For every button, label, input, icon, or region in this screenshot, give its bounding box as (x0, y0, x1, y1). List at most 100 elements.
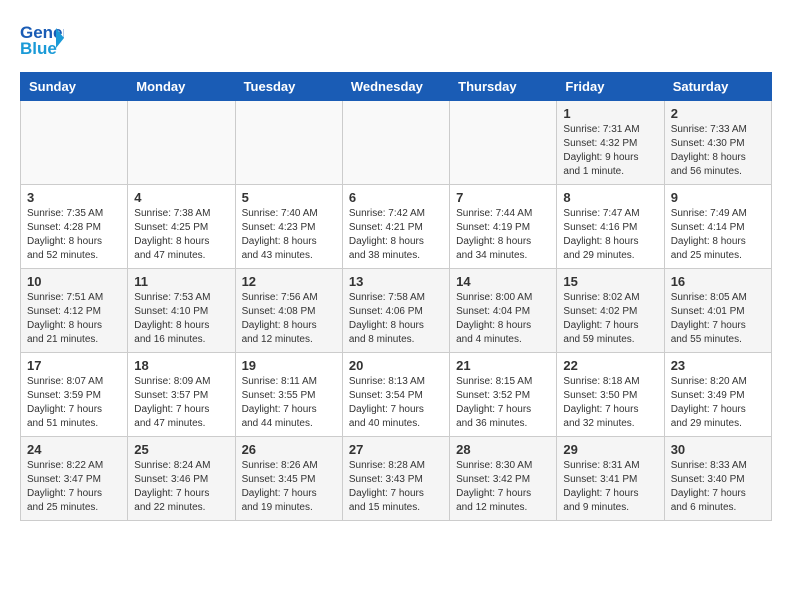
calendar-day: 21 Sunrise: 8:15 AM Sunset: 3:52 PM Dayli… (450, 353, 557, 437)
svg-text:Blue: Blue (20, 39, 57, 56)
day-info: Sunrise: 7:31 AM Sunset: 4:32 PM Dayligh… (563, 123, 657, 179)
day-number: 27 (349, 442, 443, 457)
day-info: Sunrise: 7:33 AM Sunset: 4:30 PM Dayligh… (671, 123, 765, 179)
calendar-day: 20 Sunrise: 8:13 AM Sunset: 3:54 PM Dayli… (342, 353, 449, 437)
day-number: 29 (563, 442, 657, 457)
calendar-day: 23 Sunrise: 8:20 AM Sunset: 3:49 PM Dayli… (664, 353, 771, 437)
calendar-week: 24 Sunrise: 8:22 AM Sunset: 3:47 PM Dayli… (21, 437, 772, 521)
calendar-day: 3 Sunrise: 7:35 AM Sunset: 4:28 PM Daylig… (21, 185, 128, 269)
day-info: Sunrise: 8:28 AM Sunset: 3:43 PM Dayligh… (349, 459, 443, 515)
calendar-day: 13 Sunrise: 7:58 AM Sunset: 4:06 PM Dayli… (342, 269, 449, 353)
calendar-day (128, 101, 235, 185)
day-number: 16 (671, 274, 765, 289)
day-number: 1 (563, 106, 657, 121)
day-number: 23 (671, 358, 765, 373)
day-number: 22 (563, 358, 657, 373)
calendar-day: 17 Sunrise: 8:07 AM Sunset: 3:59 PM Dayli… (21, 353, 128, 437)
day-info: Sunrise: 8:05 AM Sunset: 4:01 PM Dayligh… (671, 291, 765, 347)
calendar-day: 11 Sunrise: 7:53 AM Sunset: 4:10 PM Dayli… (128, 269, 235, 353)
day-number: 17 (27, 358, 121, 373)
day-info: Sunrise: 8:22 AM Sunset: 3:47 PM Dayligh… (27, 459, 121, 515)
calendar-week: 10 Sunrise: 7:51 AM Sunset: 4:12 PM Dayli… (21, 269, 772, 353)
calendar-day: 6 Sunrise: 7:42 AM Sunset: 4:21 PM Daylig… (342, 185, 449, 269)
day-number: 26 (242, 442, 336, 457)
day-number: 28 (456, 442, 550, 457)
day-info: Sunrise: 8:26 AM Sunset: 3:45 PM Dayligh… (242, 459, 336, 515)
day-info: Sunrise: 8:09 AM Sunset: 3:57 PM Dayligh… (134, 375, 228, 431)
day-number: 14 (456, 274, 550, 289)
day-info: Sunrise: 8:24 AM Sunset: 3:46 PM Dayligh… (134, 459, 228, 515)
day-info: Sunrise: 7:53 AM Sunset: 4:10 PM Dayligh… (134, 291, 228, 347)
calendar-day: 19Sunrise: 8:11 AM Sunset: 3:55 PM Dayli… (235, 353, 342, 437)
day-info: Sunrise: 8:15 AM Sunset: 3:52 PM Dayligh… (456, 375, 550, 431)
day-number: 12 (242, 274, 336, 289)
weekday-header: Monday (128, 73, 235, 101)
day-number: 2 (671, 106, 765, 121)
day-info: Sunrise: 7:35 AM Sunset: 4:28 PM Dayligh… (27, 207, 121, 263)
day-number: 4 (134, 190, 228, 205)
day-number: 25 (134, 442, 228, 457)
day-info: Sunrise: 8:33 AM Sunset: 3:40 PM Dayligh… (671, 459, 765, 515)
day-number: 5 (242, 190, 336, 205)
calendar-day: 24 Sunrise: 8:22 AM Sunset: 3:47 PM Dayli… (21, 437, 128, 521)
day-number: 15 (563, 274, 657, 289)
day-number: 10 (27, 274, 121, 289)
day-info: Sunrise: 8:00 AM Sunset: 4:04 PM Dayligh… (456, 291, 550, 347)
day-number: 19 (242, 358, 336, 373)
day-info: Sunrise: 7:49 AM Sunset: 4:14 PM Dayligh… (671, 207, 765, 263)
day-number: 30 (671, 442, 765, 457)
day-number: 9 (671, 190, 765, 205)
logo: General Blue (20, 20, 64, 62)
day-info: Sunrise: 8:20 AM Sunset: 3:49 PM Dayligh… (671, 375, 765, 431)
calendar-day: 18 Sunrise: 8:09 AM Sunset: 3:57 PM Dayli… (128, 353, 235, 437)
day-info: Sunrise: 7:47 AM Sunset: 4:16 PM Dayligh… (563, 207, 657, 263)
calendar-day: 27 Sunrise: 8:28 AM Sunset: 3:43 PM Dayli… (342, 437, 449, 521)
calendar-day: 8 Sunrise: 7:47 AM Sunset: 4:16 PM Daylig… (557, 185, 664, 269)
calendar-day: 10 Sunrise: 7:51 AM Sunset: 4:12 PM Dayli… (21, 269, 128, 353)
day-info: Sunrise: 7:42 AM Sunset: 4:21 PM Dayligh… (349, 207, 443, 263)
weekday-header: Thursday (450, 73, 557, 101)
day-info: Sunrise: 7:58 AM Sunset: 4:06 PM Dayligh… (349, 291, 443, 347)
calendar-day: 12 Sunrise: 7:56 AM Sunset: 4:08 PM Dayli… (235, 269, 342, 353)
day-number: 20 (349, 358, 443, 373)
day-info: Sunrise: 7:51 AM Sunset: 4:12 PM Dayligh… (27, 291, 121, 347)
day-info: Sunrise: 7:44 AM Sunset: 4:19 PM Dayligh… (456, 207, 550, 263)
day-info: Sunrise: 7:40 AM Sunset: 4:23 PM Dayligh… (242, 207, 336, 263)
day-info: Sunrise: 8:07 AM Sunset: 3:59 PM Dayligh… (27, 375, 121, 431)
weekday-header: Sunday (21, 73, 128, 101)
day-number: 18 (134, 358, 228, 373)
calendar-day: 26 Sunrise: 8:26 AM Sunset: 3:45 PM Dayli… (235, 437, 342, 521)
day-number: 11 (134, 274, 228, 289)
calendar-day: 28Sunrise: 8:30 AM Sunset: 3:42 PM Dayli… (450, 437, 557, 521)
day-number: 7 (456, 190, 550, 205)
calendar-day: 30 Sunrise: 8:33 AM Sunset: 3:40 PM Dayli… (664, 437, 771, 521)
calendar-day (21, 101, 128, 185)
day-number: 24 (27, 442, 121, 457)
page-header: General Blue (20, 20, 772, 62)
calendar-day: 9 Sunrise: 7:49 AM Sunset: 4:14 PM Daylig… (664, 185, 771, 269)
calendar-day: 22 Sunrise: 8:18 AM Sunset: 3:50 PM Dayli… (557, 353, 664, 437)
calendar-day: 7 Sunrise: 7:44 AM Sunset: 4:19 PM Daylig… (450, 185, 557, 269)
day-info: Sunrise: 7:38 AM Sunset: 4:25 PM Dayligh… (134, 207, 228, 263)
calendar-day (450, 101, 557, 185)
calendar-table: SundayMondayTuesdayWednesdayThursdayFrid… (20, 72, 772, 521)
calendar-week: 1 Sunrise: 7:31 AM Sunset: 4:32 PM Daylig… (21, 101, 772, 185)
calendar-week: 17 Sunrise: 8:07 AM Sunset: 3:59 PM Dayli… (21, 353, 772, 437)
calendar-day (342, 101, 449, 185)
calendar-week: 3 Sunrise: 7:35 AM Sunset: 4:28 PM Daylig… (21, 185, 772, 269)
day-number: 8 (563, 190, 657, 205)
calendar-day: 5 Sunrise: 7:40 AM Sunset: 4:23 PM Daylig… (235, 185, 342, 269)
day-number: 13 (349, 274, 443, 289)
calendar-day: 25 Sunrise: 8:24 AM Sunset: 3:46 PM Dayli… (128, 437, 235, 521)
weekday-header: Friday (557, 73, 664, 101)
day-number: 3 (27, 190, 121, 205)
day-info: Sunrise: 8:13 AM Sunset: 3:54 PM Dayligh… (349, 375, 443, 431)
day-number: 21 (456, 358, 550, 373)
day-info: Sunrise: 7:56 AM Sunset: 4:08 PM Dayligh… (242, 291, 336, 347)
calendar-day (235, 101, 342, 185)
day-number: 6 (349, 190, 443, 205)
day-info: Sunrise: 8:18 AM Sunset: 3:50 PM Dayligh… (563, 375, 657, 431)
weekday-header: Tuesday (235, 73, 342, 101)
calendar-day: 1 Sunrise: 7:31 AM Sunset: 4:32 PM Daylig… (557, 101, 664, 185)
weekday-header: Wednesday (342, 73, 449, 101)
